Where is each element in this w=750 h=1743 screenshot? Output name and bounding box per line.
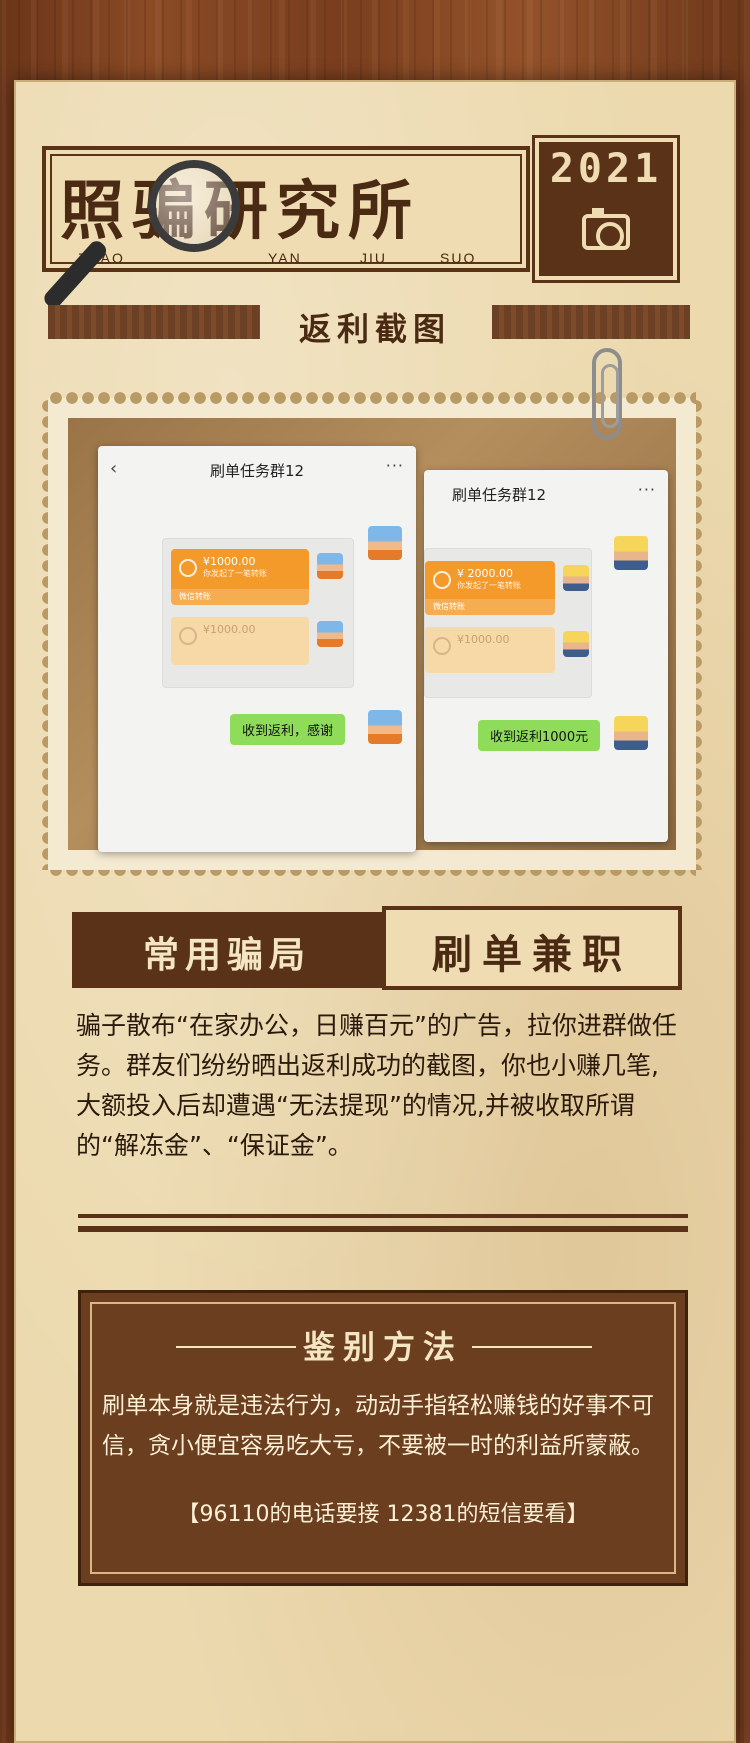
more-icon: ··· <box>385 456 404 475</box>
avatar <box>614 716 648 750</box>
reply-message: 收到返利1000元 <box>478 720 601 751</box>
chat-header: 刷单任务群12 ··· <box>424 470 668 516</box>
check-icon <box>179 627 197 645</box>
quoted-screenshot: ¥ 2000.00 你发起了一笔转账 微信转账 ¥1000.00 <box>424 548 592 698</box>
magnifier-icon <box>148 160 240 252</box>
avatar <box>563 631 589 657</box>
avatar <box>563 565 589 591</box>
chat-screenshot-right: 刷单任务群12 ··· ¥ 2000.00 你发起了一笔转账 微信转账 ¥100… <box>424 470 668 842</box>
hotline-note: 【96110的电话要接 12381的短信要看】 <box>177 1502 589 1527</box>
pinyin-yan: YAN <box>268 250 302 266</box>
subtitle: 返利截图 <box>298 310 451 348</box>
avatar <box>317 553 343 579</box>
chat-title: 刷单任务群12 <box>452 486 547 504</box>
transfer-icon <box>179 559 197 577</box>
more-icon: ··· <box>637 480 656 499</box>
transfer-card: ¥1000.00 你发起了一笔转账 微信转账 <box>171 549 309 605</box>
check-icon <box>433 637 451 655</box>
chat-screenshot-left: ‹ 刷单任务群12 ··· ¥1000.00 你发起了一笔转账 微信转账 ¥10… <box>98 446 416 852</box>
transfer-note: 你发起了一笔转账 <box>203 569 267 578</box>
chat-title: 刷单任务群12 <box>209 462 305 480</box>
transfer-amount: ¥1000.00 <box>203 555 256 568</box>
pinyin-jiu: JIU <box>360 250 387 266</box>
divider <box>78 1214 688 1218</box>
divider <box>78 1226 688 1232</box>
pinyin-suo: SUO <box>440 250 477 266</box>
quoted-screenshot: ¥1000.00 你发起了一笔转账 微信转账 ¥1000.00 <box>162 538 354 688</box>
avatar <box>317 621 343 647</box>
identify-title: 鉴别方法 <box>302 1328 463 1366</box>
paperclip-icon <box>592 348 622 440</box>
chat-header: ‹ 刷单任务群12 ··· <box>98 446 416 492</box>
transfer-amount: ¥ 2000.00 <box>457 567 513 580</box>
transfer-amount: ¥1000.00 <box>203 623 256 636</box>
transfer-footer: 微信转账 <box>425 599 555 615</box>
year-label: 2021 <box>549 146 663 192</box>
transfer-card-received: ¥1000.00 <box>425 627 555 673</box>
page-title: 照骗研究所 <box>60 175 420 249</box>
transfer-icon <box>433 571 451 589</box>
transfer-card-received: ¥1000.00 <box>171 617 309 665</box>
scam-description: 骗子散布“在家办公，日赚百元”的广告，拉你进群做任务。群友们纷纷晒出返利成功的截… <box>76 1011 677 1160</box>
avatar <box>368 710 402 744</box>
section-label: 常用骗局 <box>142 935 311 976</box>
transfer-footer: 微信转账 <box>171 589 309 605</box>
scam-name: 刷单兼职 <box>432 932 632 978</box>
avatar <box>368 526 402 560</box>
transfer-amount: ¥1000.00 <box>457 633 510 646</box>
avatar <box>614 536 648 570</box>
transfer-card: ¥ 2000.00 你发起了一笔转账 微信转账 <box>425 561 555 615</box>
reply-message: 收到返利，感谢 <box>230 714 346 745</box>
transfer-note: 你发起了一笔转账 <box>457 581 521 590</box>
identify-body: 刷单本身就是违法行为，动动手指轻松赚钱的好事不可信，贪小便宜容易吃大亏，不要被一… <box>102 1393 654 1459</box>
camera-icon <box>582 208 630 250</box>
